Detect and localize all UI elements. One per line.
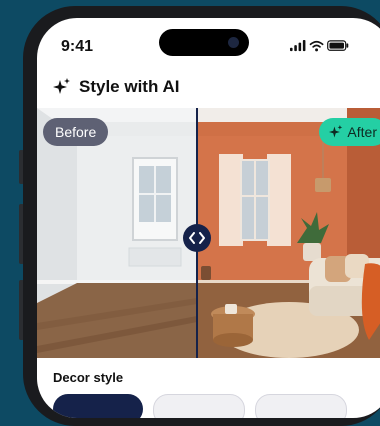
before-badge: Before <box>43 118 109 146</box>
app-screen: 9:41 Style with AI Before After Decor st… <box>37 18 380 418</box>
chevron-left-right-icon <box>189 232 205 244</box>
after-badge-label: After <box>347 124 377 140</box>
decor-style-label: Decor style <box>53 370 124 385</box>
signal-icon <box>290 47 293 52</box>
app-header: Style with AI <box>53 72 179 102</box>
decor-style-chip[interactable] <box>53 394 143 418</box>
status-time: 9:41 <box>61 38 94 55</box>
sparkle-icon <box>329 125 343 138</box>
after-badge: After <box>319 118 380 146</box>
dynamic-island <box>159 29 249 56</box>
page-title: Style with AI <box>79 77 180 96</box>
compare-handle[interactable] <box>183 224 211 252</box>
sparkle-icon <box>53 78 70 94</box>
before-after-slider[interactable]: Before After <box>37 108 380 358</box>
wifi-icon <box>309 40 324 48</box>
decor-style-chip[interactable] <box>255 394 347 418</box>
status-icons <box>290 40 349 52</box>
decor-style-chip[interactable] <box>153 394 245 418</box>
decor-style-options <box>53 394 347 418</box>
status-bar: 9:41 <box>37 18 380 74</box>
